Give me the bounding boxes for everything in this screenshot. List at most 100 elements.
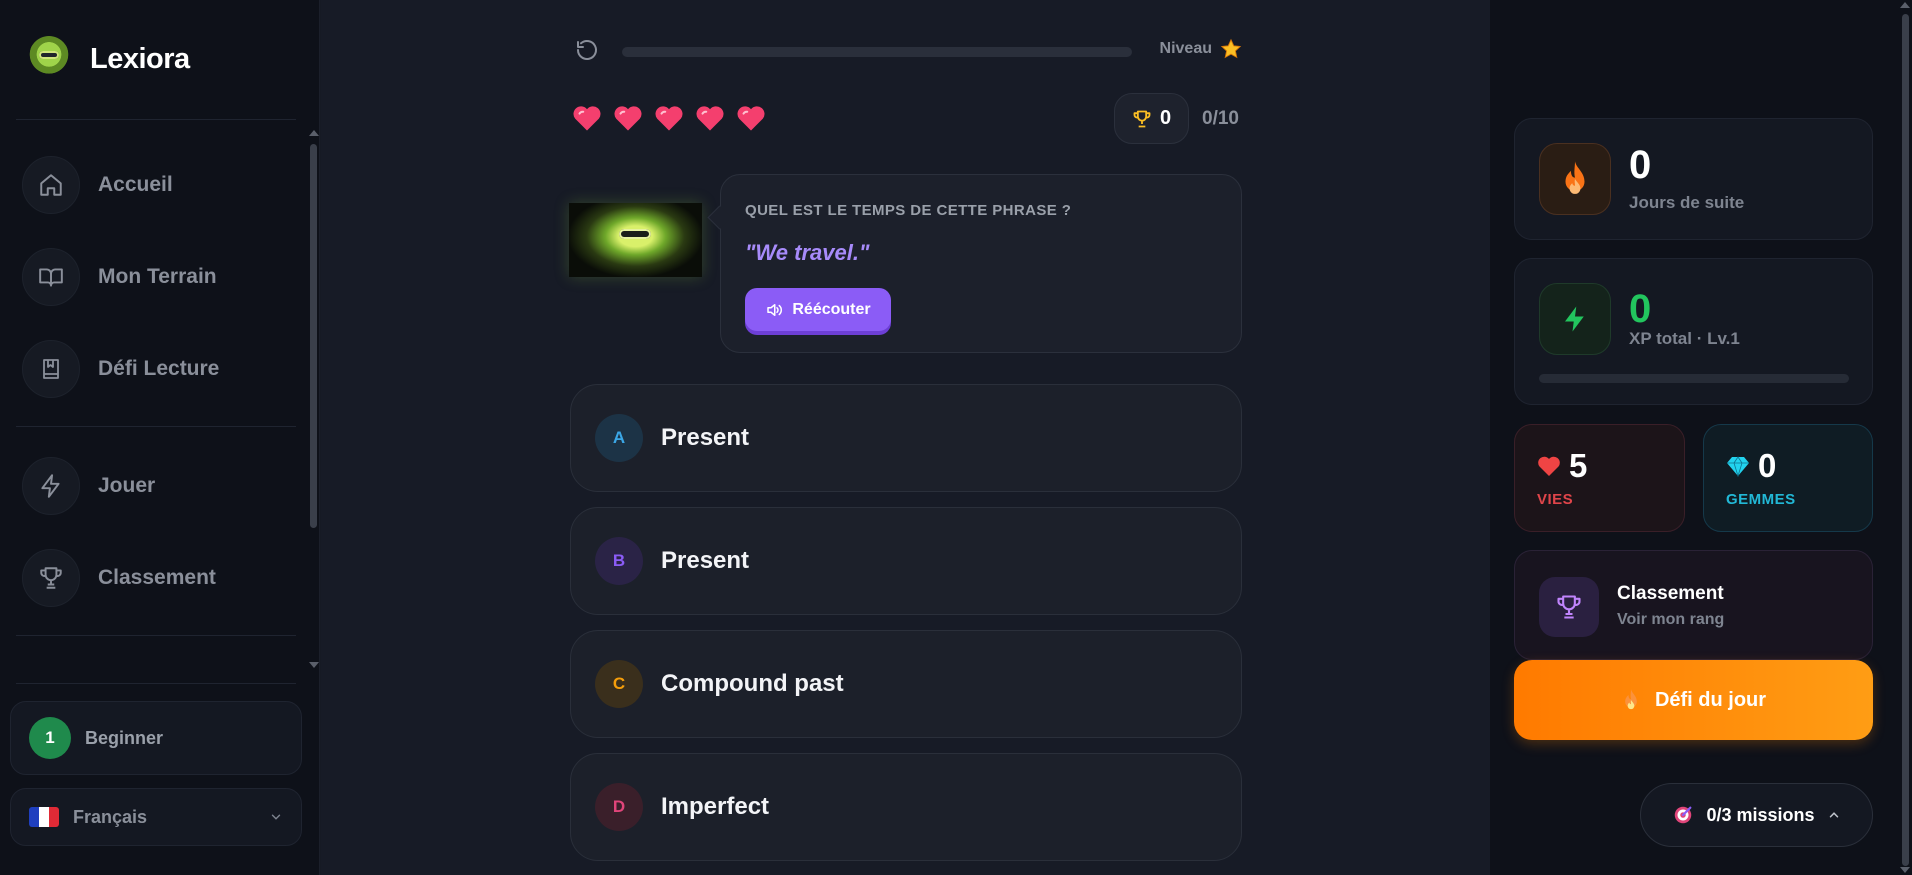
- sidebar-divider: [16, 119, 296, 120]
- option-letter: B: [595, 537, 643, 585]
- flame-icon: [1539, 143, 1611, 215]
- option-letter: D: [595, 783, 643, 831]
- sidebar-item-label: Accueil: [98, 173, 173, 196]
- sidebar-nav: Accueil Mon Terrain Défi Lecture Jouer C…: [0, 122, 300, 670]
- sidebar-item-label: Jouer: [98, 474, 156, 497]
- replay-label: Réécouter: [792, 300, 871, 318]
- answer-option-a[interactable]: A Present: [570, 384, 1242, 492]
- trophy-icon: [1539, 577, 1599, 637]
- option-text: Present: [661, 547, 750, 574]
- level-label: Beginner: [85, 727, 164, 748]
- sidebar-item-classement[interactable]: Classement: [22, 549, 216, 607]
- scroll-down-icon[interactable]: [1900, 867, 1910, 873]
- sidebar-item-mon-terrain[interactable]: Mon Terrain: [22, 248, 217, 306]
- sentence-text: "We travel.": [745, 240, 870, 265]
- lightning-icon: [1539, 283, 1611, 355]
- scroll-down-icon[interactable]: [309, 662, 319, 668]
- xp-progress-bar: [1539, 374, 1849, 383]
- xp-card: 0 XP total · Lv.1: [1514, 258, 1873, 405]
- book-icon: [22, 340, 80, 398]
- answer-option-d[interactable]: D Imperfect: [570, 753, 1242, 861]
- option-text: Imperfect: [661, 793, 770, 820]
- sidebar-item-jouer[interactable]: Jouer: [22, 457, 155, 515]
- lives-hearts: [572, 104, 766, 132]
- mascot-image: [569, 203, 702, 277]
- sidebar-divider: [16, 683, 296, 684]
- scroll-thumb[interactable]: [1902, 14, 1909, 866]
- trophy-counter: 0: [1114, 93, 1189, 144]
- heart-icon: [1538, 456, 1560, 476]
- streak-value: 0: [1629, 143, 1652, 187]
- answer-option-b[interactable]: B Present: [570, 507, 1242, 615]
- target-icon: [1675, 806, 1692, 824]
- sidebar-item-accueil[interactable]: Accueil: [22, 156, 173, 214]
- gems-label: GEMMES: [1726, 491, 1796, 508]
- ranking-title: Classement: [1617, 583, 1724, 604]
- chevron-up-icon: [1829, 812, 1838, 818]
- trophy-icon: [22, 549, 80, 607]
- star-icon: [1220, 38, 1242, 59]
- sidebar: Lexiora Accueil Mon Terrain Défi Lecture: [0, 0, 320, 875]
- missions-button[interactable]: 0/3 missions: [1640, 783, 1873, 847]
- level-indicator-label: Niveau: [1159, 40, 1212, 57]
- language-label: Français: [73, 806, 148, 827]
- level-card: 1 Beginner: [10, 701, 302, 775]
- option-text: Present: [661, 424, 750, 451]
- level-number: 1: [29, 717, 71, 759]
- option-letter: C: [595, 660, 643, 708]
- scroll-up-icon[interactable]: [1900, 2, 1910, 8]
- level-indicator: Niveau: [1160, 38, 1242, 60]
- missions-label: 0/3 missions: [1706, 804, 1815, 825]
- trophy-icon: [1133, 110, 1151, 127]
- heart-icon: [573, 106, 601, 131]
- gems-value: 0: [1758, 447, 1777, 484]
- gems-card: 0 GEMMES: [1703, 424, 1873, 532]
- replay-audio-button[interactable]: Réécouter: [745, 288, 891, 331]
- streak-label: Jours de suite: [1629, 193, 1745, 212]
- flame-icon: [1625, 689, 1637, 710]
- option-letter: A: [595, 414, 643, 462]
- streak-card: 0 Jours de suite: [1514, 118, 1873, 240]
- heart-icon: [696, 106, 724, 131]
- sidebar-divider: [16, 426, 296, 427]
- sidebar-scrollbar[interactable]: [308, 128, 319, 668]
- ranking-subtitle: Voir mon rang: [1617, 611, 1725, 628]
- sidebar-divider: [16, 635, 296, 636]
- quiz-topbar: Niveau: [575, 38, 1242, 66]
- app-name: Lexiora: [90, 42, 190, 75]
- scroll-up-icon[interactable]: [309, 130, 319, 136]
- france-flag-icon: [29, 807, 59, 827]
- answer-option-c[interactable]: C Compound past: [570, 630, 1242, 738]
- question-text: QUEL EST LE TEMPS DE CETTE PHRASE ?: [745, 202, 1072, 219]
- question-score: 0/10: [1202, 108, 1239, 129]
- daily-challenge-label: Défi du jour: [1654, 688, 1767, 711]
- scroll-thumb[interactable]: [310, 144, 317, 528]
- xp-value: 0: [1629, 287, 1652, 331]
- option-text: Compound past: [661, 670, 844, 697]
- xp-label: XP total · Lv.1: [1629, 329, 1740, 348]
- chevron-down-icon: [271, 814, 281, 820]
- sidebar-item-defi-lecture[interactable]: Défi Lecture: [22, 340, 219, 398]
- ranking-card[interactable]: Classement Voir mon rang: [1514, 550, 1873, 660]
- lightning-icon: [22, 457, 80, 515]
- speaker-icon: [767, 303, 783, 316]
- language-selector[interactable]: Français: [10, 788, 302, 846]
- heart-icon: [655, 106, 683, 131]
- home-icon: [22, 156, 80, 214]
- trophy-count: 0: [1159, 107, 1172, 129]
- daily-challenge-button[interactable]: Défi du jour: [1514, 660, 1873, 740]
- quiz-progress-bar: [622, 47, 1132, 57]
- page-scrollbar[interactable]: [1898, 0, 1912, 875]
- sidebar-item-label: Défi Lecture: [98, 357, 220, 380]
- gem-icon: [1727, 456, 1749, 477]
- book-open-icon: [22, 248, 80, 306]
- brand[interactable]: Lexiora: [28, 36, 190, 82]
- lives-label: VIES: [1537, 491, 1574, 508]
- lives-value: 5: [1569, 447, 1588, 484]
- restart-icon[interactable]: [575, 38, 599, 62]
- sidebar-item-label: Classement: [98, 566, 216, 589]
- mascot-logo-icon: [28, 36, 70, 82]
- lives-card: 5 VIES: [1514, 424, 1685, 532]
- heart-icon: [737, 106, 765, 131]
- sidebar-item-label: Mon Terrain: [98, 265, 217, 288]
